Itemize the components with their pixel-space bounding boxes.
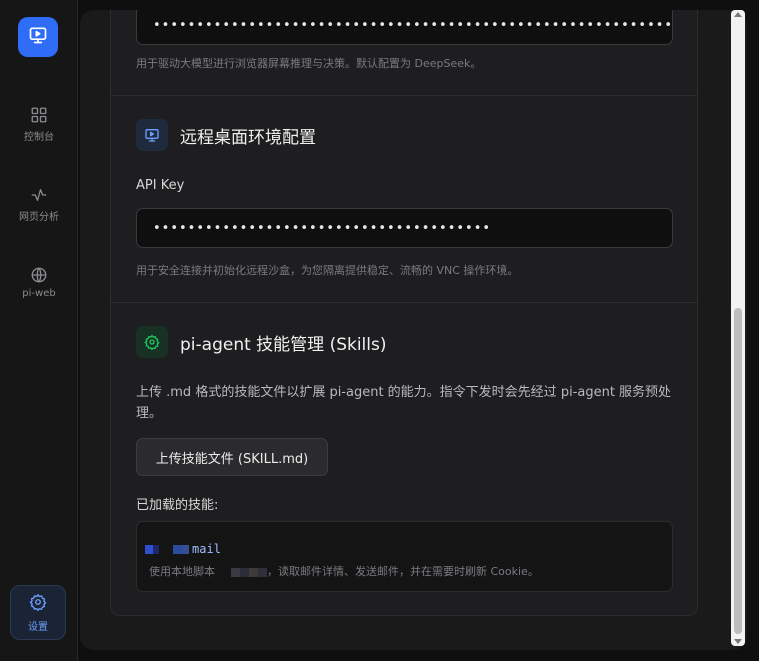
sidebar-item-label: 控制台 [24, 132, 54, 143]
sidebar-item-label: pi-web [22, 288, 56, 299]
app-logo[interactable] [18, 17, 58, 57]
model-api-key-hint: 用于驱动大模型进行浏览器屏幕推理与决策。默认配置为 DeepSeek。 [136, 57, 482, 70]
redacted-block [258, 567, 267, 577]
loaded-skills-list: mail 使用本地脚本 ，读取邮件详情、发送邮件，并在需要时刷新 Cookie。 [136, 521, 673, 592]
section-divider [111, 95, 697, 96]
globe-icon [30, 266, 48, 284]
remote-api-key-field[interactable]: ••••••••••••••••••••••••••••••••••••••• [136, 208, 673, 248]
sidebar-item-settings[interactable]: 设置 [10, 585, 66, 640]
gear-icon [29, 593, 47, 614]
sidebar-item-pi-web[interactable]: pi-web [0, 266, 78, 299]
skills-title: pi-agent 技能管理 (Skills) [180, 334, 387, 355]
scrollbar[interactable] [731, 10, 745, 646]
scroll-up-arrow-icon[interactable] [734, 12, 742, 17]
activity-icon [30, 186, 48, 204]
model-api-key-field[interactable]: ••••••••••••••••••••••••••••••••••••••••… [136, 10, 673, 45]
sidebar: 控制台 网页分析 pi-web 设置 [0, 0, 78, 661]
gear-icon [136, 326, 168, 358]
skills-description: 上传 .md 格式的技能文件以扩展 pi-agent 的能力。指令下发时会先经过… [136, 385, 672, 421]
redacted-block [231, 567, 240, 577]
monitor-icon [136, 119, 168, 151]
section-divider [111, 302, 697, 303]
remote-desktop-header: 远程桌面环境配置 [136, 119, 316, 151]
loaded-skills-label: 已加载的技能: [136, 498, 219, 513]
grid-icon [30, 106, 48, 124]
redacted-block [183, 545, 189, 554]
sidebar-item-console[interactable]: 控制台 [0, 106, 78, 143]
redacted-block [173, 545, 183, 554]
scroll-thumb[interactable] [734, 308, 742, 634]
redacted-block [249, 567, 258, 577]
monitor-play-icon [28, 25, 48, 49]
skill-item-name: mail [145, 542, 221, 556]
sidebar-item-label: 设置 [28, 621, 48, 633]
remote-api-key-hint: 用于安全连接并初始化远程沙盒，为您隔离提供稳定、流畅的 VNC 操作环境。 [136, 264, 519, 277]
api-key-label: API Key [136, 178, 185, 193]
skills-header: pi-agent 技能管理 (Skills) [136, 326, 387, 358]
remote-desktop-title: 远程桌面环境配置 [180, 127, 316, 148]
redacted-block [159, 545, 173, 554]
redacted-block [240, 567, 249, 577]
settings-panel: ••••••••••••••••••••••••••••••••••••••••… [80, 10, 747, 650]
skill-item-description: 使用本地脚本 ，读取邮件详情、发送邮件，并在需要时刷新 Cookie。 [149, 565, 539, 578]
sidebar-item-label: 网页分析 [19, 212, 59, 223]
settings-card: ••••••••••••••••••••••••••••••••••••••••… [110, 10, 698, 616]
scroll-down-arrow-icon[interactable] [734, 639, 742, 644]
redacted-block [215, 568, 231, 577]
upload-skill-button[interactable]: 上传技能文件 (SKILL.md) [136, 438, 328, 476]
redacted-block [145, 545, 153, 554]
sidebar-item-web-analysis[interactable]: 网页分析 [0, 186, 78, 223]
